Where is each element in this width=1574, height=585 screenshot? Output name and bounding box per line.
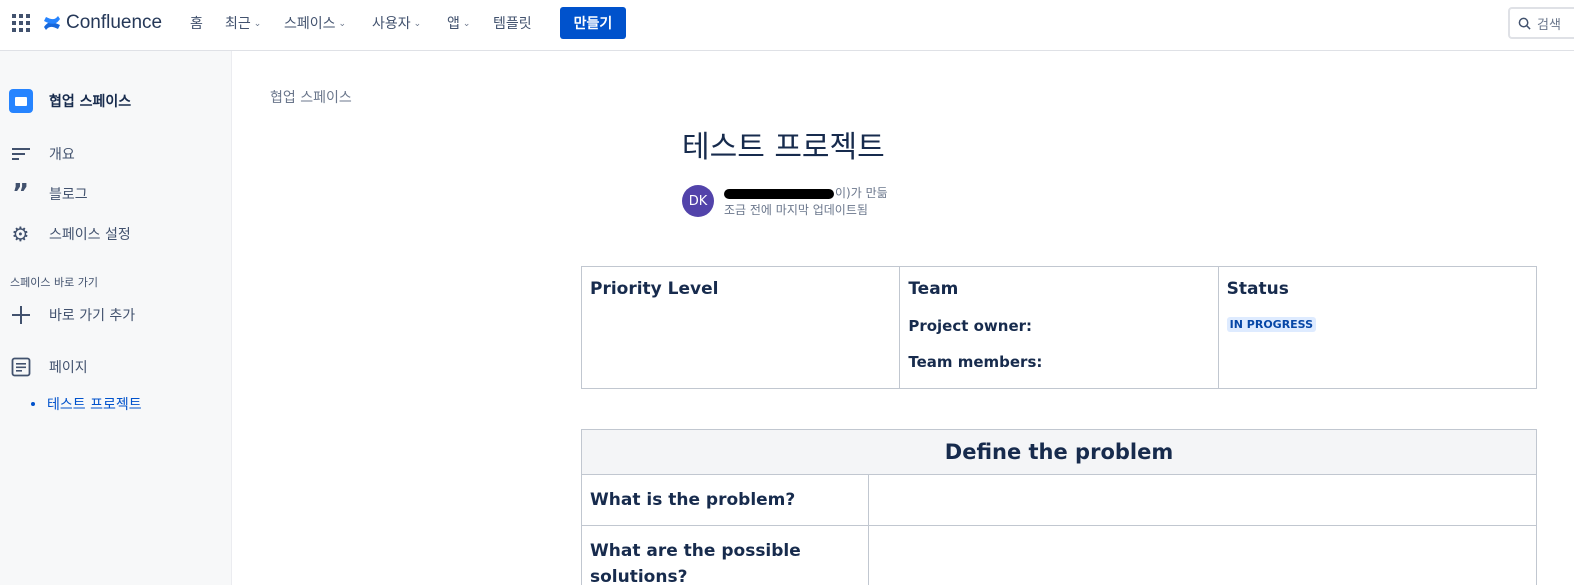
define-problem-heading: Define the problem — [581, 429, 1537, 475]
team-cell[interactable]: Team Project owner: Team members: — [899, 266, 1219, 389]
app-switcher-icon[interactable] — [12, 14, 30, 32]
quote-icon: ” — [11, 178, 30, 209]
sidebar-item-label: 스페이스 설정 — [49, 226, 131, 243]
answer-cell[interactable] — [868, 525, 1537, 585]
nav-people[interactable]: 사용자 ⌄ — [372, 13, 421, 33]
pages-label: 페이지 — [49, 359, 88, 376]
confluence-logo-icon — [44, 16, 60, 30]
add-shortcut-button[interactable]: 바로 가기 추가 — [10, 304, 135, 325]
team-members-label: Team members: — [908, 353, 1043, 371]
nav-recent-label: 최근 — [225, 16, 251, 32]
question-cell: What are the possible solutions? — [581, 525, 869, 585]
answer-cell[interactable] — [868, 474, 1537, 526]
sidebar-item-space-settings[interactable]: ⚙ 스페이스 설정 — [10, 221, 131, 246]
search-input[interactable]: 검색 — [1508, 7, 1574, 39]
nav-spaces[interactable]: 스페이스 ⌄ — [284, 13, 346, 33]
space-icon — [9, 89, 33, 113]
priority-cell[interactable]: Priority Level — [580, 266, 901, 389]
sidebar-item-pages[interactable]: 페이지 — [10, 356, 88, 377]
chevron-down-icon: ⌄ — [462, 19, 471, 29]
chevron-down-icon: ⌄ — [338, 19, 347, 29]
page-tree-item-label: 테스트 프로젝트 — [47, 397, 142, 413]
chevron-down-icon: ⌄ — [253, 19, 262, 29]
question-cell: What is the problem? — [581, 474, 869, 526]
search-icon — [1518, 17, 1531, 30]
add-shortcut-label: 바로 가기 추가 — [49, 307, 136, 324]
created-by-text: 이)가 만듦 — [835, 186, 888, 200]
nav-spaces-label: 스페이스 — [284, 16, 336, 32]
status-cell[interactable]: Status IN PROGRESS — [1217, 266, 1538, 389]
page-tree-item[interactable]: 테스트 프로젝트 — [31, 394, 142, 414]
page-byline: DK 이)가 만듦 조금 전에 마지막 업데이트됨 — [682, 185, 888, 219]
chevron-down-icon: ⌄ — [413, 19, 422, 29]
define-problem-table: Define the problem What is the problem? … — [581, 429, 1537, 585]
gear-icon: ⚙ — [11, 221, 30, 246]
status-heading: Status — [1226, 279, 1289, 299]
nav-home[interactable]: 홈 — [190, 13, 203, 33]
sidebar-item-blog[interactable]: ” 블로그 — [10, 178, 88, 209]
sidebar-item-overview[interactable]: 개요 — [10, 143, 75, 164]
byline-text: 이)가 만듦 조금 전에 마지막 업데이트됨 — [724, 185, 888, 219]
sidebar-item-label: 블로그 — [49, 186, 88, 203]
space-sidebar: 협업 스페이스 개요 ” 블로그 ⚙ 스페이스 설정 스페이스 바로 가기 바로… — [0, 51, 232, 585]
nav-home-label: 홈 — [190, 16, 203, 32]
bullet-icon — [31, 402, 35, 406]
last-updated-text: 조금 전에 마지막 업데이트됨 — [724, 203, 868, 217]
space-name: 협업 스페이스 — [49, 94, 132, 110]
nav-recent[interactable]: 최근 ⌄ — [225, 13, 261, 33]
project-owner-label: Project owner: — [908, 317, 1033, 335]
status-badge[interactable]: IN PROGRESS — [1226, 317, 1317, 332]
nav-apps[interactable]: 앱 ⌄ — [447, 13, 470, 33]
nav-apps-label: 앱 — [447, 16, 460, 32]
app-name: Confluence — [66, 12, 163, 33]
nav-people-label: 사용자 — [372, 16, 411, 32]
search-placeholder: 검색 — [1537, 17, 1561, 33]
create-button[interactable]: 만들기 — [560, 7, 626, 39]
redacted-author — [724, 188, 834, 199]
team-heading: Team — [908, 279, 959, 299]
shortcuts-heading: 스페이스 바로 가기 — [10, 276, 98, 289]
priority-heading: Priority Level — [590, 279, 719, 299]
page-title: 테스트 프로젝트 — [682, 130, 885, 165]
sidebar-item-label: 개요 — [49, 146, 75, 163]
nav-templates-label: 템플릿 — [493, 16, 532, 32]
plus-icon — [10, 304, 31, 325]
space-header[interactable]: 협업 스페이스 — [9, 89, 131, 113]
page-icon — [10, 356, 31, 377]
avatar[interactable]: DK — [682, 185, 714, 217]
top-navigation: Confluence 홈 최근 ⌄ 스페이스 ⌄ 사용자 ⌄ 앱 ⌄ 템플릿 만… — [0, 0, 1574, 51]
nav-templates[interactable]: 템플릿 — [493, 13, 532, 33]
project-info-table: Priority Level Team Project owner: Team … — [580, 266, 1538, 389]
overview-icon — [10, 143, 31, 164]
confluence-logo[interactable]: Confluence — [42, 12, 162, 34]
breadcrumb[interactable]: 협업 스페이스 — [270, 87, 352, 107]
